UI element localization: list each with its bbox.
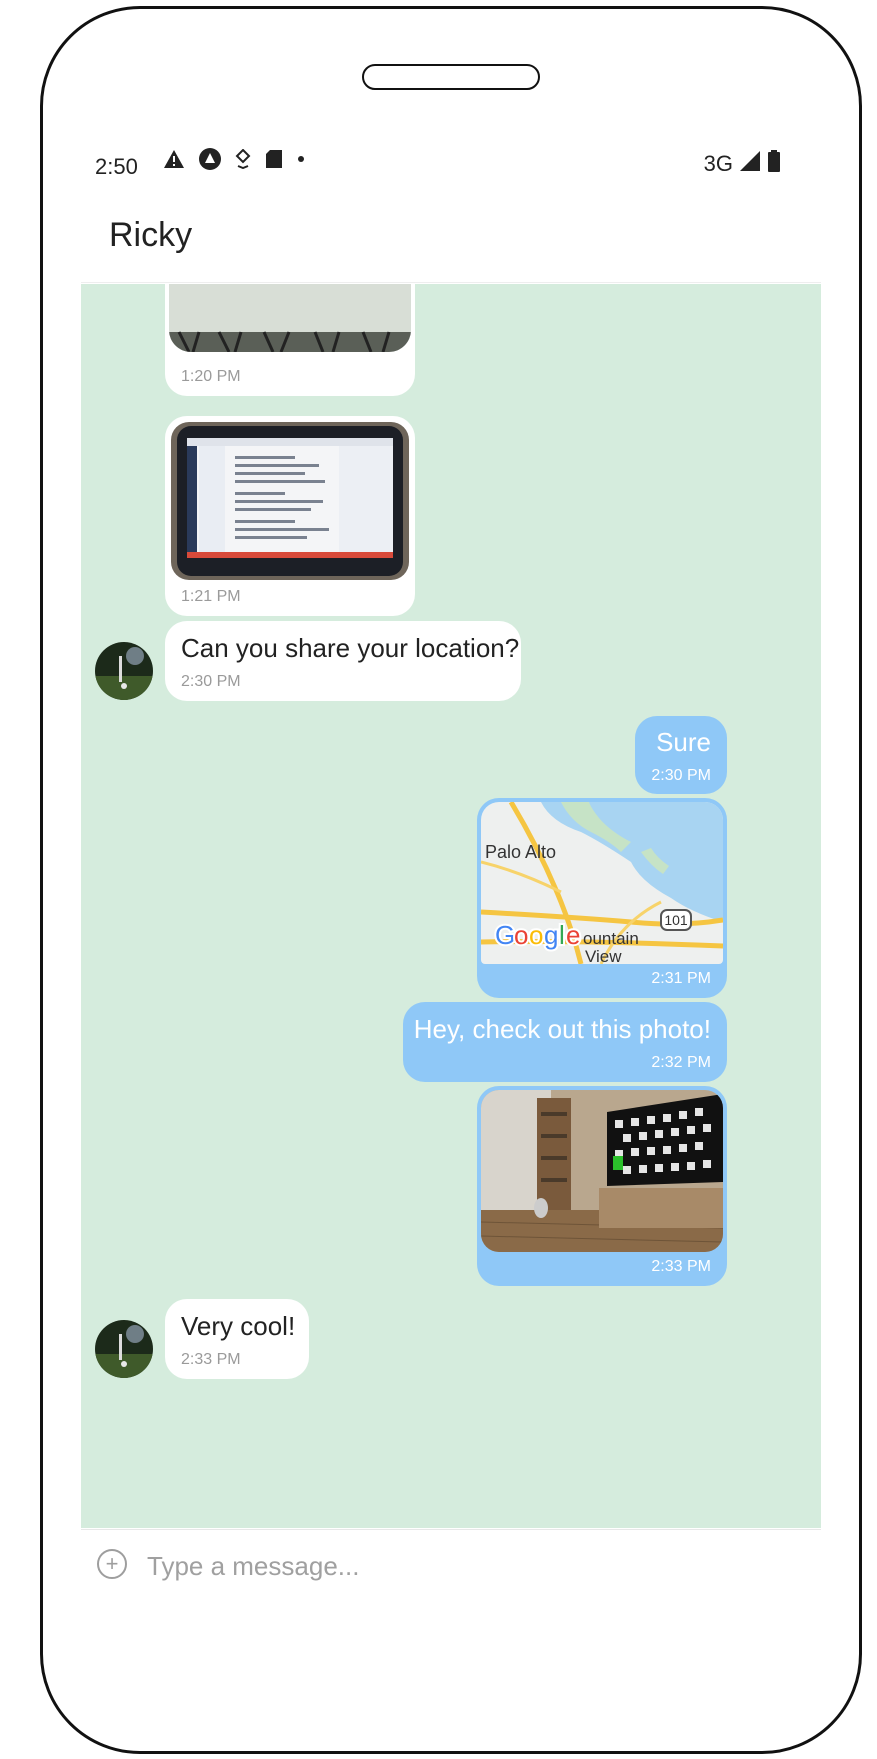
chat-area[interactable]: 1:20 PM 1:21 PM Can you share your locat… [81,284,821,1528]
message-text: Sure [656,727,711,757]
message-text-outgoing[interactable]: Hey, check out this photo! 2:32 PM [403,1002,727,1082]
status-bar: 2:50 3G [81,118,821,202]
svg-text:G: G [495,920,515,950]
sd-card-icon [265,149,283,169]
message-text: Can you share your location? [181,633,520,663]
svg-text:o: o [514,920,528,950]
battery-icon [767,150,781,177]
phone-speaker [362,64,540,90]
avatar[interactable] [95,1320,153,1378]
screen: 2:50 3G Ricky 1:20 PM 1:21 PM Can you sh… [81,118,821,1608]
chat-icon[interactable] [541,1606,593,1608]
message-image-outgoing[interactable]: 2:33 PM [477,1086,727,1286]
avatar[interactable] [95,642,153,700]
message-composer: + [81,1529,821,1601]
message-text: Hey, check out this photo! [413,1014,711,1044]
signal-icon [739,150,761,177]
svg-text:g: g [544,920,558,950]
map-label-mountain: ountain [583,929,639,948]
map-image: 101 Palo Alto ountain View G o o g l e [481,802,723,964]
message-input[interactable] [145,1542,789,1590]
living-room-photo[interactable] [481,1090,723,1252]
message-text-outgoing[interactable]: Sure 2:30 PM [635,716,727,794]
message-image-incoming[interactable]: 1:20 PM [165,284,415,396]
message-text-incoming[interactable]: Very cool! 2:33 PM [165,1299,309,1379]
google-logo: G o o g l e [493,918,582,952]
message-time: 2:32 PM [651,1054,711,1071]
map-label-highway: 101 [664,912,688,928]
add-attachment-button[interactable]: + [97,1549,127,1579]
message-text-incoming[interactable]: Can you share your location? 2:30 PM [165,621,521,701]
download-icon [235,149,251,169]
message-time: 1:20 PM [181,368,241,385]
laptop-photo[interactable] [171,422,409,580]
map-label-view: View [585,947,622,964]
message-map-outgoing[interactable]: 101 Palo Alto ountain View G o o g l e 2… [477,798,727,998]
message-time: 2:33 PM [651,1258,711,1275]
svg-text:l: l [559,920,565,950]
status-icons [163,148,305,170]
message-time: 2:30 PM [181,673,241,690]
message-time: 1:21 PM [181,588,241,605]
svg-text:e: e [566,920,580,950]
message-time: 2:33 PM [181,1351,241,1368]
message-image-incoming[interactable]: 1:21 PM [165,416,415,616]
bottom-nav [81,1600,821,1608]
svg-text:o: o [529,920,543,950]
dot-icon [297,155,305,163]
warning-icon [163,149,185,169]
network-type: 3G [703,150,733,176]
map-label-city: Palo Alto [485,842,556,862]
forest-photo[interactable] [169,284,411,352]
app-notification-icon [199,148,221,170]
message-time: 2:31 PM [651,970,711,987]
status-time: 2:50 [95,154,138,179]
status-right: 3G [704,150,781,177]
map-preview[interactable]: 101 Palo Alto ountain View G o o g l e [481,802,723,964]
message-time: 2:30 PM [651,767,711,784]
contact-name[interactable]: Ricky [109,216,192,255]
message-text: Very cool! [181,1311,296,1341]
